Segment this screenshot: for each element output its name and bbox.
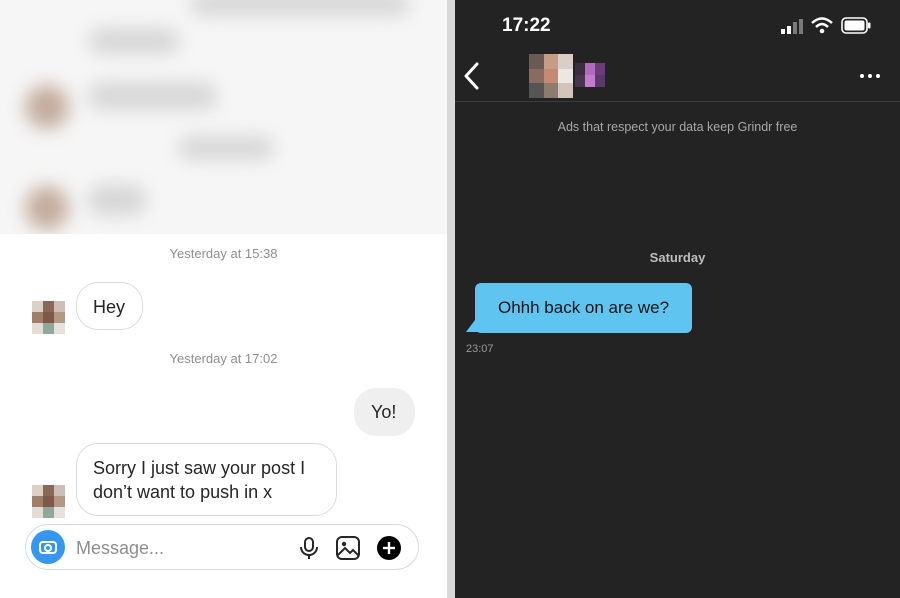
- message-text: Hey: [93, 297, 126, 317]
- avatar[interactable]: [32, 301, 65, 334]
- microphone-icon[interactable]: [296, 535, 322, 561]
- message-bubble-yo[interactable]: Yo!: [354, 388, 415, 436]
- profile-avatar[interactable]: [529, 54, 573, 98]
- message-input[interactable]: Message...: [76, 536, 164, 560]
- battery-icon: [841, 17, 871, 34]
- back-chevron-icon[interactable]: [463, 62, 481, 90]
- instagram-dm-screen: Yesterday at 15:38 Hey Yesterday at 17:0…: [0, 0, 447, 598]
- header-divider: [455, 101, 900, 102]
- message-composer[interactable]: Message...: [25, 524, 419, 570]
- message-text-line: Sorry I just saw your post I: [93, 458, 306, 478]
- divider: [447, 0, 455, 598]
- grindr-chat-screen: 17:22 Ads that respect your data keep Gr…: [455, 0, 900, 598]
- message-bubble-sorry[interactable]: Sorry I just saw your post I don’t want …: [76, 443, 337, 516]
- camera-button[interactable]: [31, 530, 65, 564]
- signal-icon: [781, 19, 803, 34]
- wifi-icon: [811, 17, 833, 34]
- plus-circle-icon[interactable]: [376, 535, 402, 561]
- profile-name[interactable]: [575, 63, 605, 87]
- ads-notice: Ads that respect your data keep Grindr f…: [557, 120, 798, 134]
- message-bubble-hey[interactable]: Hey: [76, 282, 143, 330]
- timestamp: Yesterday at 15:38: [169, 246, 278, 261]
- image-icon[interactable]: [335, 535, 361, 561]
- message-text: Yo!: [371, 402, 397, 422]
- blurred-previous-messages: [0, 0, 447, 234]
- camera-lens: [44, 544, 52, 552]
- day-separator: Saturday: [649, 250, 706, 265]
- avatar[interactable]: [32, 485, 65, 518]
- message-text-line: don’t want to push in x: [93, 482, 273, 502]
- message-time: 23:07: [466, 343, 494, 355]
- message-bubble[interactable]: Ohhh back on are we?: [475, 283, 692, 333]
- timestamp: Yesterday at 17:02: [169, 351, 278, 366]
- status-time: 17:22: [502, 15, 551, 36]
